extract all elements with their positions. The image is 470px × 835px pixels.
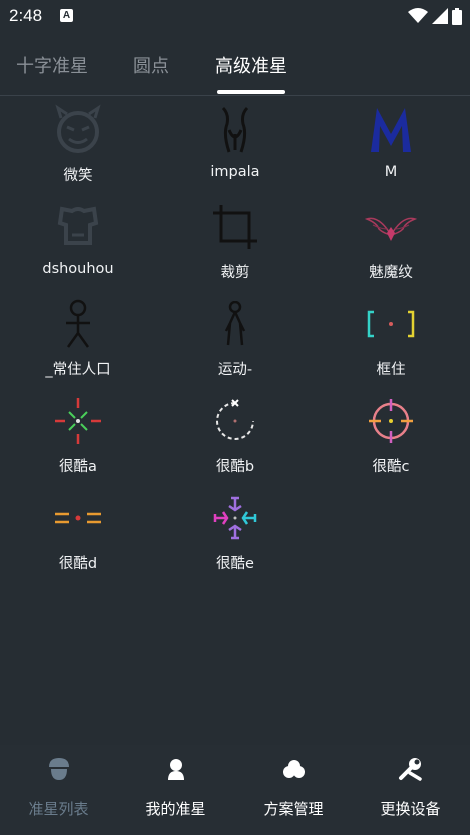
crosshair-item[interactable]: 微笑 <box>0 100 156 190</box>
user-icon <box>162 755 190 783</box>
crosshair-item[interactable]: 很酷e <box>157 488 313 578</box>
nav-label: 准星列表 <box>28 800 89 818</box>
crosshair-item[interactable]: 运动- <box>157 294 313 384</box>
nav-label: 方案管理 <box>263 800 324 818</box>
cool-d-crosshair-icon <box>50 490 106 546</box>
crosshair-item[interactable]: 很酷a <box>0 391 156 481</box>
crosshair-label: 框住 <box>376 362 406 378</box>
bracket-dot-icon <box>363 296 419 352</box>
status-icons <box>408 6 462 26</box>
crosshair-item[interactable]: M <box>313 100 469 190</box>
crosshair-item[interactable]: impala <box>157 100 313 190</box>
crosshair-label: 很酷d <box>58 556 98 572</box>
crosshair-label: 很酷a <box>59 459 97 475</box>
tab-bar: 十字准星 圆点 高级准星 <box>0 40 470 96</box>
stick-figure-icon <box>50 296 106 352</box>
bottom-nav: 准星列表 我的准星 方案管理 更换设备 <box>0 745 470 835</box>
crosshair-item[interactable]: 很酷b <box>157 391 313 481</box>
crosshair-item[interactable]: 框住 <box>313 294 469 384</box>
tab-divider <box>0 95 470 96</box>
crosshair-item[interactable]: 裁剪 <box>157 197 313 287</box>
crosshair-label: 很酷e <box>216 556 254 572</box>
crosshair-item[interactable]: 很酷d <box>0 488 156 578</box>
crosshair-label: _常住人口 <box>45 362 111 378</box>
impala-icon <box>207 102 263 158</box>
crop-icon <box>207 199 263 255</box>
crosshair-item[interactable]: dshouhou <box>0 197 156 287</box>
crosshair-label: M <box>384 164 398 180</box>
status-time: 2:48 <box>9 6 43 25</box>
nav-label: 更换设备 <box>380 800 441 818</box>
smile-devil-icon <box>50 102 106 158</box>
tab-cross[interactable]: 十字准星 <box>16 52 88 78</box>
crosshair-label: 运动- <box>217 362 253 378</box>
running-figure-icon <box>207 296 263 352</box>
wifi-icon <box>408 8 428 23</box>
tab-advanced[interactable]: 高级准星 <box>215 52 287 78</box>
tools-icon <box>397 755 425 783</box>
nav-my-crosshairs[interactable]: 我的准星 <box>117 745 234 835</box>
nav-label: 我的准星 <box>145 800 206 818</box>
notification-icon: A <box>60 9 73 22</box>
crosshair-label: impala <box>210 164 260 180</box>
cool-a-crosshair-icon <box>50 393 106 449</box>
crosshair-label: 裁剪 <box>220 265 250 281</box>
tab-dot[interactable]: 圆点 <box>133 52 169 78</box>
nav-plan-management[interactable]: 方案管理 <box>235 745 352 835</box>
succubus-tattoo-icon <box>363 199 419 255</box>
shield-face-icon <box>50 199 106 255</box>
cloud-icon <box>280 755 308 783</box>
status-bar: 2:48 A <box>0 0 470 32</box>
nav-change-device[interactable]: 更换设备 <box>352 745 469 835</box>
cool-e-crosshair-icon <box>207 490 263 546</box>
crosshair-item[interactable]: 很酷c <box>313 391 469 481</box>
tab-indicator <box>217 90 285 94</box>
crosshair-label: 很酷b <box>215 459 255 475</box>
signal-icon <box>432 8 448 24</box>
crosshair-label: dshouhou <box>42 261 114 277</box>
acorn-icon <box>45 755 73 783</box>
m-logo-icon <box>363 102 419 158</box>
crosshair-label: 微笑 <box>63 168 93 184</box>
crosshair-label: 很酷c <box>372 459 410 475</box>
crosshair-label: 魅魔纹 <box>369 265 413 281</box>
battery-icon <box>452 7 462 25</box>
cool-b-crosshair-icon <box>207 393 263 449</box>
cool-c-crosshair-icon <box>363 393 419 449</box>
crosshair-item[interactable]: 魅魔纹 <box>313 197 469 287</box>
nav-crosshair-list[interactable]: 准星列表 <box>0 745 117 835</box>
crosshair-item[interactable]: _常住人口 <box>0 294 156 384</box>
